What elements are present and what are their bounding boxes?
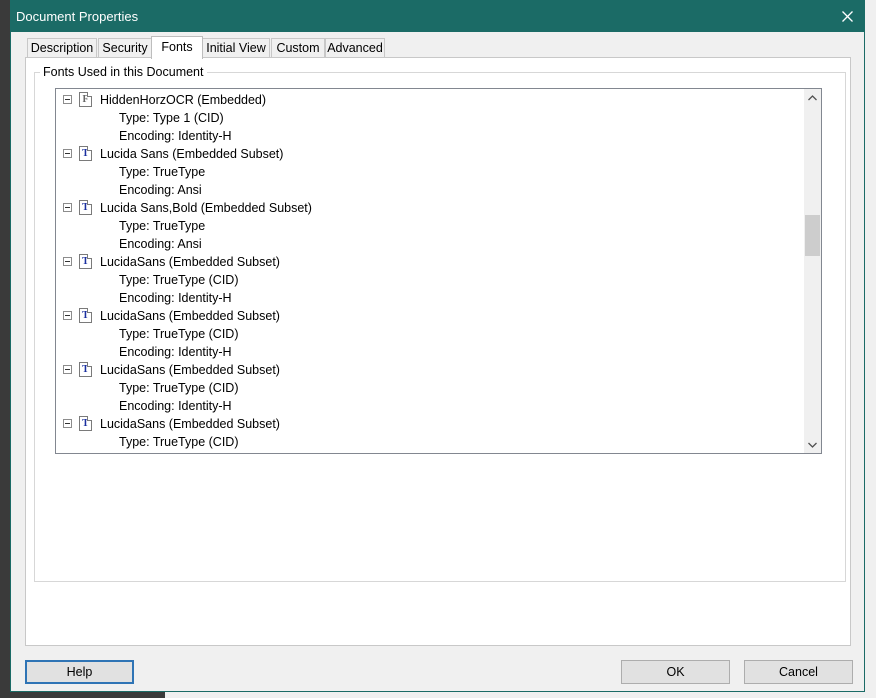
tab-security[interactable]: Security: [98, 38, 152, 57]
font-encoding-label: Encoding: Ansi: [119, 183, 202, 197]
font-name: LucidaSans (Embedded Subset): [100, 255, 280, 269]
cancel-button[interactable]: Cancel: [744, 660, 853, 684]
font-encoding-label: Encoding: Identity-H: [119, 399, 232, 413]
font-encoding-label: Encoding: Identity-H: [119, 291, 232, 305]
collapse-toggle-icon[interactable]: [63, 311, 72, 320]
vertical-scrollbar[interactable]: [804, 89, 821, 453]
truetype-font-icon: T: [79, 362, 92, 377]
title-bar: Document Properties: [11, 1, 864, 32]
truetype-font-icon: T: [79, 416, 92, 431]
font-type-label: Type: TrueType (CID): [119, 327, 239, 341]
close-button[interactable]: [830, 1, 864, 32]
tab-initial-view[interactable]: Initial View: [202, 38, 270, 57]
background-window-bottom: [165, 692, 876, 698]
truetype-font-icon: T: [79, 308, 92, 323]
chevron-up-icon: [808, 94, 817, 100]
collapse-toggle-icon[interactable]: [63, 419, 72, 428]
ok-button[interactable]: OK: [621, 660, 730, 684]
font-name: LucidaSans (Embedded Subset): [100, 363, 280, 377]
font-encoding-label: Encoding: Identity-H: [119, 129, 232, 143]
font-type-label: Type: TrueType (CID): [119, 435, 239, 449]
dialog-title: Document Properties: [16, 9, 139, 24]
collapse-toggle-icon[interactable]: [63, 203, 72, 212]
tab-advanced[interactable]: Advanced: [325, 38, 385, 57]
scrollbar-thumb[interactable]: [805, 215, 820, 256]
type1-font-icon: F: [79, 92, 92, 107]
help-button[interactable]: Help: [25, 660, 134, 684]
font-type-label: Type: TrueType (CID): [119, 381, 239, 395]
font-type-label: Type: TrueType: [119, 165, 206, 179]
scroll-up-button[interactable]: [804, 89, 821, 106]
fonts-tree[interactable]: F HiddenHorzOCR (Embedded) Type: Type 1 (C…: [55, 88, 822, 454]
font-type-label: Type: TrueType: [119, 219, 206, 233]
font-name: Lucida Sans,Bold (Embedded Subset): [100, 201, 312, 215]
font-name: HiddenHorzOCR (Embedded): [100, 93, 267, 107]
font-name: LucidaSans (Embedded Subset): [100, 309, 280, 323]
tab-description[interactable]: Description: [27, 38, 97, 57]
tab-custom[interactable]: Custom: [271, 38, 325, 57]
close-icon: [841, 11, 853, 22]
collapse-toggle-icon[interactable]: [63, 149, 72, 158]
collapse-toggle-icon[interactable]: [63, 365, 72, 374]
tab-fonts[interactable]: Fonts: [151, 36, 203, 59]
font-type-label: Type: TrueType (CID): [119, 273, 239, 287]
truetype-font-icon: T: [79, 254, 92, 269]
chevron-down-icon: [808, 442, 817, 448]
font-name: LucidaSans (Embedded Subset): [100, 417, 280, 431]
scroll-down-button[interactable]: [804, 436, 821, 453]
truetype-font-icon: T: [79, 146, 92, 161]
collapse-toggle-icon[interactable]: [63, 95, 72, 104]
font-encoding-label: Encoding: Identity-H: [119, 345, 232, 359]
collapse-toggle-icon[interactable]: [63, 257, 72, 266]
font-encoding-label: Encoding: Ansi: [119, 237, 202, 251]
font-name: Lucida Sans (Embedded Subset): [100, 147, 284, 161]
truetype-font-icon: T: [79, 200, 92, 215]
background-window: [865, 0, 876, 698]
fonts-group-label: Fonts Used in this Document: [40, 65, 207, 79]
font-type-label: Type: Type 1 (CID): [119, 111, 224, 125]
